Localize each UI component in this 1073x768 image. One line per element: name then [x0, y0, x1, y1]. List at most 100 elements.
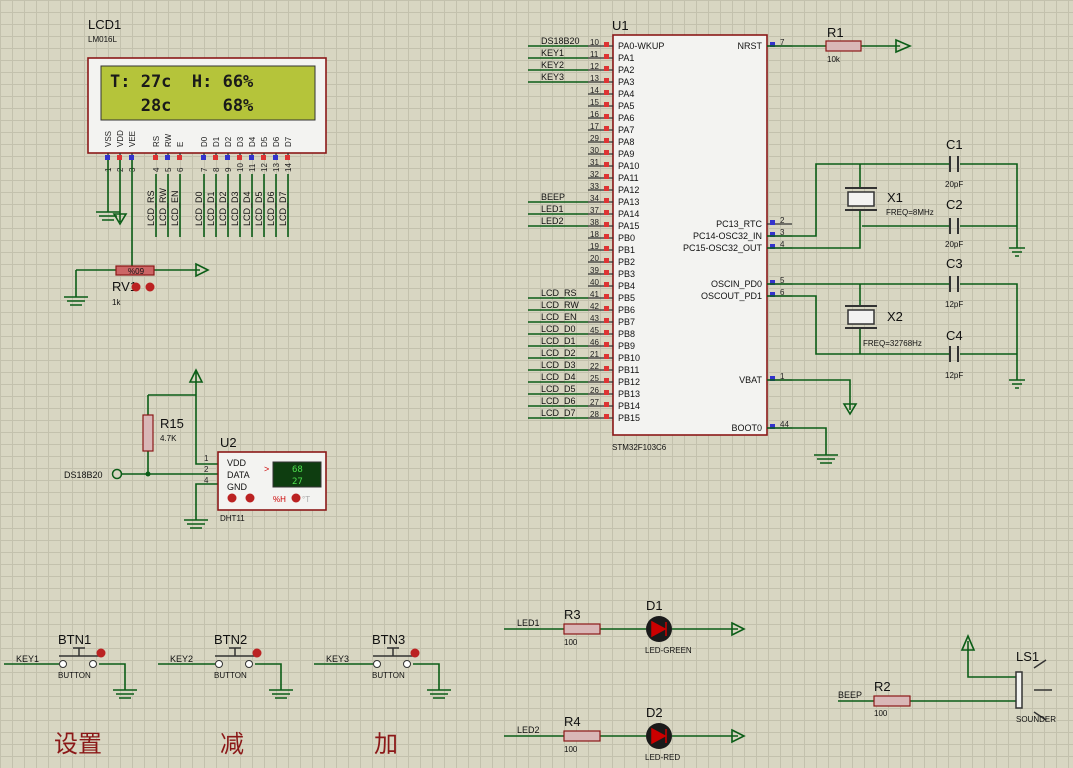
- lcd1-pin-number: 9: [224, 167, 233, 172]
- led-green-circuit[interactable]: LED1 R3 100 D1 LED-GREEN: [504, 598, 746, 655]
- u1-pin-label: PA9: [618, 149, 634, 159]
- r1[interactable]: R1 10k: [767, 25, 913, 64]
- u2-t-label: °T: [302, 495, 310, 504]
- lcd1-pin-number: 13: [272, 163, 281, 172]
- lcd1-pin-label: D1: [212, 136, 221, 147]
- lcd1-pin-number: 5: [164, 167, 173, 172]
- u1-pin-label: PA11: [618, 173, 639, 183]
- u1-right-pin-label: PC14-OSC32_IN: [693, 231, 762, 241]
- d1-part: LED-GREEN: [645, 646, 692, 655]
- r2-ref: R2: [874, 679, 891, 694]
- r15[interactable]: R15 4.7K: [142, 414, 184, 452]
- btn-type: BUTTON: [58, 671, 91, 680]
- u1-pin-label: PB7: [618, 317, 635, 327]
- lcd1-pin-number: 10: [236, 163, 245, 172]
- lcd1-net-label: LCD_RW: [158, 188, 168, 226]
- u1-pin-label: PB8: [618, 329, 635, 339]
- d2-ref: D2: [646, 705, 663, 720]
- btn-type: BUTTON: [214, 671, 247, 680]
- lcd1-pin-label: D7: [284, 136, 293, 147]
- u1-right-pin-label: NRST: [738, 41, 763, 51]
- btn1[interactable]: KEY1 BTN1 BUTTON 设置: [4, 632, 137, 758]
- ls1-ref: LS1: [1016, 649, 1039, 664]
- u2-dec-button[interactable]: [227, 493, 237, 503]
- c2-value: 20pF: [945, 240, 963, 249]
- btn-caption: 设置: [54, 730, 102, 758]
- u1-pin-number: 37: [590, 206, 599, 215]
- u1-pin-label: PB10: [618, 353, 640, 363]
- u2-inc-button[interactable]: [245, 493, 255, 503]
- u1-pin-number: 10: [590, 38, 599, 47]
- u1-right-pin-label: BOOT0: [731, 423, 762, 433]
- u2-pin-gnd: GND: [227, 482, 248, 492]
- rv1-inc-button[interactable]: [145, 282, 155, 292]
- u1-pin-number: 32: [590, 170, 599, 179]
- r4-net: LED2: [517, 725, 540, 735]
- c1-ref: C1: [946, 137, 963, 152]
- u2-mode-button[interactable]: [291, 493, 301, 503]
- x1-ref: X1: [887, 190, 903, 205]
- u1-pin-label: PA10: [618, 161, 639, 171]
- u2-net-label: DS18B20: [64, 470, 103, 480]
- schematic-canvas: LCD1 LM016L T: 27c H: 66% 28c 68% VSS 1 VD…: [4, 17, 1056, 762]
- u1-pin-number: 21: [590, 350, 599, 359]
- btn-caption: 减: [220, 730, 244, 758]
- u1-pin-number: 19: [590, 242, 599, 251]
- btn3[interactable]: KEY3 BTN3 BUTTON 加: [314, 632, 451, 758]
- btn-net-label: KEY1: [16, 654, 39, 664]
- btn-press-icon[interactable]: [96, 648, 106, 658]
- lcd1-net-label: LCD_D1: [206, 191, 216, 226]
- u1-right-pin-label: PC15-OSC32_OUT: [683, 243, 763, 253]
- c3[interactable]: C3 12pF: [945, 256, 963, 309]
- c3-ref: C3: [946, 256, 963, 271]
- lcd1-pin-label: D5: [260, 136, 269, 147]
- u1-pin-label: PA2: [618, 65, 634, 75]
- u1-pin-label: PB0: [618, 233, 635, 243]
- btn-press-icon[interactable]: [252, 648, 262, 658]
- lcd1-pin-label: RW: [164, 133, 173, 147]
- lcd1-pin-label: D2: [224, 136, 233, 147]
- c1-value: 20pF: [945, 180, 963, 189]
- u1-pin-label: PB13: [618, 389, 640, 399]
- ds18b20-terminal[interactable]: DS18B20: [64, 468, 123, 481]
- btn-press-icon[interactable]: [410, 648, 420, 658]
- u1-pin-number: 39: [590, 266, 599, 275]
- c4-ref: C4: [946, 328, 963, 343]
- u1-net-label: DS18B20: [541, 36, 580, 46]
- u1-pin-number: 30: [590, 146, 599, 155]
- sounder-circuit[interactable]: BEEP R2 100 LS1 SOUNDER: [838, 633, 1056, 724]
- x1[interactable]: X1 FREQ=8MHz: [845, 187, 934, 217]
- r15-ref: R15: [160, 416, 184, 431]
- u1-pin-label: PA14: [618, 209, 639, 219]
- u2-pin-num-1: 1: [204, 454, 209, 463]
- r2-net: BEEP: [838, 690, 862, 700]
- r4: [563, 730, 601, 742]
- led-red-circuit[interactable]: LED2 R4 100 D2 LED-RED: [504, 705, 746, 762]
- lcd1-net-label: LCD_RS: [146, 190, 156, 226]
- u1-pin-number: 17: [590, 122, 599, 131]
- u1-pin-label: PA5: [618, 101, 634, 111]
- btn-ref: BTN2: [214, 632, 247, 647]
- rv1-dec-button[interactable]: [131, 282, 141, 292]
- u1-net-label: LCD_D2: [541, 348, 576, 358]
- dht-wiring: [122, 368, 218, 529]
- u1-pin-number: 27: [590, 398, 599, 407]
- u1-pin-number: 20: [590, 254, 599, 263]
- btn2[interactable]: KEY2 BTN2 BUTTON 减: [158, 632, 293, 758]
- lcd1-pin-label: VSS: [104, 131, 113, 147]
- c1[interactable]: C1 20pF: [945, 137, 963, 189]
- lcd1-net-label: LCD_D5: [254, 191, 264, 226]
- u1-pin-label: PA8: [618, 137, 634, 147]
- u1-net-label: LCD_RW: [541, 300, 579, 310]
- lcd1[interactable]: LCD1 LM016L T: 27c H: 66% 28c 68% VSS1VD…: [87, 17, 327, 237]
- u1-net-label: LED2: [541, 216, 564, 226]
- c2[interactable]: C2 20pF: [945, 197, 963, 249]
- u1-mcu[interactable]: U1 STM32F103C6 10 PA0-WKUP DS18B20 11 PA1 KEY…: [528, 18, 792, 452]
- u2-dht11[interactable]: U2 VDD DATA GND 1 2 4 > 68 27 %H °T DHT1…: [204, 435, 327, 523]
- x2[interactable]: X2 FREQ=32768Hz: [845, 305, 922, 348]
- d2-part: LED-RED: [645, 753, 680, 762]
- u1-net-label: BEEP: [541, 192, 565, 202]
- btn-ref: BTN3: [372, 632, 405, 647]
- rv1[interactable]: %09 RV1 1k: [112, 265, 155, 307]
- u1-pin-number: 12: [590, 62, 599, 71]
